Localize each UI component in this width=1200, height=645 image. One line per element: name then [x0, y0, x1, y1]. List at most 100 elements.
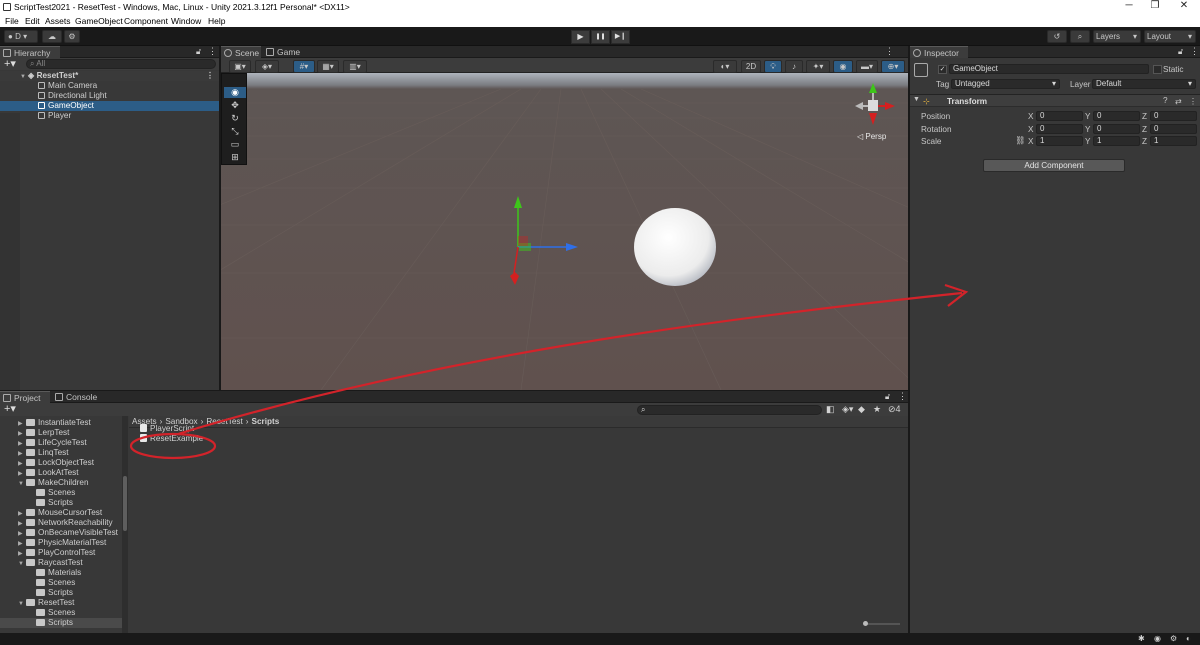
- add-icon[interactable]: +▾: [4, 402, 16, 415]
- gizmo-icon[interactable]: ◐▾: [713, 60, 737, 73]
- folder-item[interactable]: ▶ OnBecameVisibleTest: [0, 528, 122, 538]
- folder-item[interactable]: Scenes: [0, 608, 122, 618]
- project-search-input[interactable]: ⌕: [637, 405, 822, 415]
- link-icon[interactable]: ⛓︎: [1015, 136, 1025, 146]
- draw-mode-icon[interactable]: ▣▾: [229, 60, 251, 73]
- lock-icon[interactable]: 🔓︎: [196, 47, 201, 57]
- static-checkbox[interactable]: [1153, 65, 1162, 74]
- menu-icon[interactable]: ⋮: [1190, 46, 1199, 57]
- lock-icon[interactable]: 🔓︎: [1178, 47, 1183, 57]
- menu-icon[interactable]: ⋮: [1189, 96, 1197, 106]
- progress-icon[interactable]: ⚙: [1170, 634, 1177, 643]
- folder-item[interactable]: ▼ ResetTest: [0, 598, 122, 608]
- toggle-2d[interactable]: 2D: [741, 60, 761, 73]
- folder-item[interactable]: ▶ PlayControlTest: [0, 548, 122, 558]
- active-checkbox[interactable]: ✓: [938, 65, 947, 74]
- hierarchy-item-main-camera[interactable]: Main Camera: [0, 81, 219, 91]
- scale-x-field[interactable]: 1: [1036, 136, 1083, 146]
- folder-item[interactable]: ▶ LifeCycleTest: [0, 438, 122, 448]
- gizmos-toggle-icon[interactable]: ⊕▾: [881, 60, 905, 73]
- menu-edit[interactable]: Edit: [25, 16, 40, 26]
- lighting-icon[interactable]: 💡︎: [764, 60, 782, 73]
- folder-tree-scrollbar[interactable]: [122, 416, 128, 633]
- persp-label[interactable]: ◁ Persp: [857, 132, 886, 141]
- search-by-label-icon[interactable]: ◈▾: [842, 404, 853, 415]
- slider-handle[interactable]: [863, 621, 868, 626]
- menu-component[interactable]: Component: [124, 16, 168, 26]
- hierarchy-search-input[interactable]: ⌕ All: [26, 59, 216, 69]
- bug-icon[interactable]: ✱: [1138, 634, 1145, 643]
- layout-dropdown[interactable]: Layout ▾: [1144, 30, 1196, 43]
- scene-viewport[interactable]: ◉ ✥ ↻ ⤡ ▭ ⊞ ◁ Persp: [221, 73, 908, 390]
- menu-icon[interactable]: ⋮: [885, 46, 894, 57]
- folder-item[interactable]: ▶ PhysicMaterialTest: [0, 538, 122, 548]
- search-icon[interactable]: ⌕: [1070, 30, 1090, 43]
- folder-item[interactable]: ▶ LerpTest: [0, 428, 122, 438]
- audio-icon[interactable]: ♪: [785, 60, 803, 73]
- menu-gameobject[interactable]: GameObject: [75, 16, 123, 26]
- rotation-y-field[interactable]: 0: [1093, 124, 1140, 134]
- history-icon[interactable]: ↺: [1047, 30, 1067, 43]
- menu-icon[interactable]: ⋮: [206, 71, 214, 81]
- settings-icon[interactable]: ◐: [1186, 634, 1191, 643]
- folder-item[interactable]: ▶ LockObjectTest: [0, 458, 122, 468]
- rotation-z-field[interactable]: 0: [1150, 124, 1197, 134]
- folder-item[interactable]: ▶ InstantiateTest: [0, 418, 122, 428]
- player-sphere[interactable]: [634, 208, 716, 286]
- icon-size-slider[interactable]: [863, 621, 900, 626]
- folder-item[interactable]: ▼ MakeChildren: [0, 478, 122, 488]
- cache-icon[interactable]: ◉: [1154, 634, 1161, 643]
- add-icon[interactable]: +▾: [4, 57, 16, 70]
- position-z-field[interactable]: 0: [1150, 111, 1197, 121]
- minimize-button[interactable]: ─: [1117, 0, 1141, 11]
- tab-scene[interactable]: Scene: [221, 46, 261, 58]
- hierarchy-item-gameobject[interactable]: GameObject: [0, 101, 219, 111]
- account-dropdown[interactable]: ● D ▾: [4, 30, 38, 43]
- folder-item[interactable]: ▶ LinqTest: [0, 448, 122, 458]
- menu-assets[interactable]: Assets: [45, 16, 71, 26]
- tag-dropdown[interactable]: Untagged ▾: [951, 79, 1060, 89]
- search-by-type-icon[interactable]: ◧: [826, 404, 835, 415]
- folder-item[interactable]: Scripts: [0, 498, 122, 508]
- shading-icon[interactable]: ◈▾: [255, 60, 279, 73]
- camera-icon[interactable]: ▬▾: [856, 60, 878, 73]
- file-item[interactable]: PlayerScript: [140, 424, 194, 434]
- increment-snap-icon[interactable]: ▦▾: [317, 60, 339, 73]
- folder-item[interactable]: ▼ RaycastTest: [0, 558, 122, 568]
- scene-row[interactable]: ▼ ◈ ResetTest* ⋮: [0, 71, 219, 81]
- orientation-gizmo[interactable]: [855, 83, 895, 125]
- folder-item[interactable]: ▶ NetworkReachability: [0, 518, 122, 528]
- tab-console[interactable]: Console: [52, 391, 102, 403]
- hierarchy-item-directional-light[interactable]: Directional Light: [0, 91, 219, 101]
- scale-z-field[interactable]: 1: [1150, 136, 1197, 146]
- cloud-icon[interactable]: ☁: [42, 30, 62, 43]
- breadcrumb-item[interactable]: Scripts: [252, 417, 280, 426]
- favorite-icon[interactable]: ★: [873, 404, 881, 415]
- breadcrumb-item[interactable]: ResetTest: [206, 417, 242, 426]
- tab-game[interactable]: Game: [263, 46, 307, 58]
- pause-icon[interactable]: ❚❚: [591, 30, 610, 44]
- file-item[interactable]: ResetExample: [140, 434, 203, 444]
- menu-window[interactable]: Window: [171, 16, 201, 26]
- rotation-x-field[interactable]: 0: [1036, 124, 1083, 134]
- grid-snap-icon[interactable]: #▾: [293, 60, 315, 73]
- effects-icon[interactable]: ✦▾: [806, 60, 830, 73]
- tab-inspector[interactable]: Inspector: [910, 46, 968, 58]
- save-search-icon[interactable]: ◆: [858, 404, 865, 415]
- help-icon[interactable]: ?: [1163, 96, 1168, 105]
- folder-item[interactable]: ▶ MouseCursorTest: [0, 508, 122, 518]
- folder-item[interactable]: Materials: [0, 568, 122, 578]
- maximize-button[interactable]: ❐: [1143, 0, 1167, 11]
- menu-help[interactable]: Help: [208, 16, 225, 26]
- scrollbar-thumb[interactable]: [123, 476, 127, 531]
- folder-item[interactable]: Scripts: [0, 618, 122, 628]
- scale-y-field[interactable]: 1: [1093, 136, 1140, 146]
- folder-item[interactable]: Scripts: [0, 588, 122, 598]
- preset-icon[interactable]: ⇄: [1175, 96, 1182, 106]
- folder-item[interactable]: Scenes: [0, 488, 122, 498]
- close-button[interactable]: ✕: [1172, 0, 1196, 11]
- collab-icon[interactable]: ⚙: [64, 30, 80, 43]
- hierarchy-item-player[interactable]: Player: [0, 111, 219, 121]
- step-icon[interactable]: ▶❙: [611, 30, 630, 44]
- menu-icon[interactable]: ⋮: [208, 46, 217, 57]
